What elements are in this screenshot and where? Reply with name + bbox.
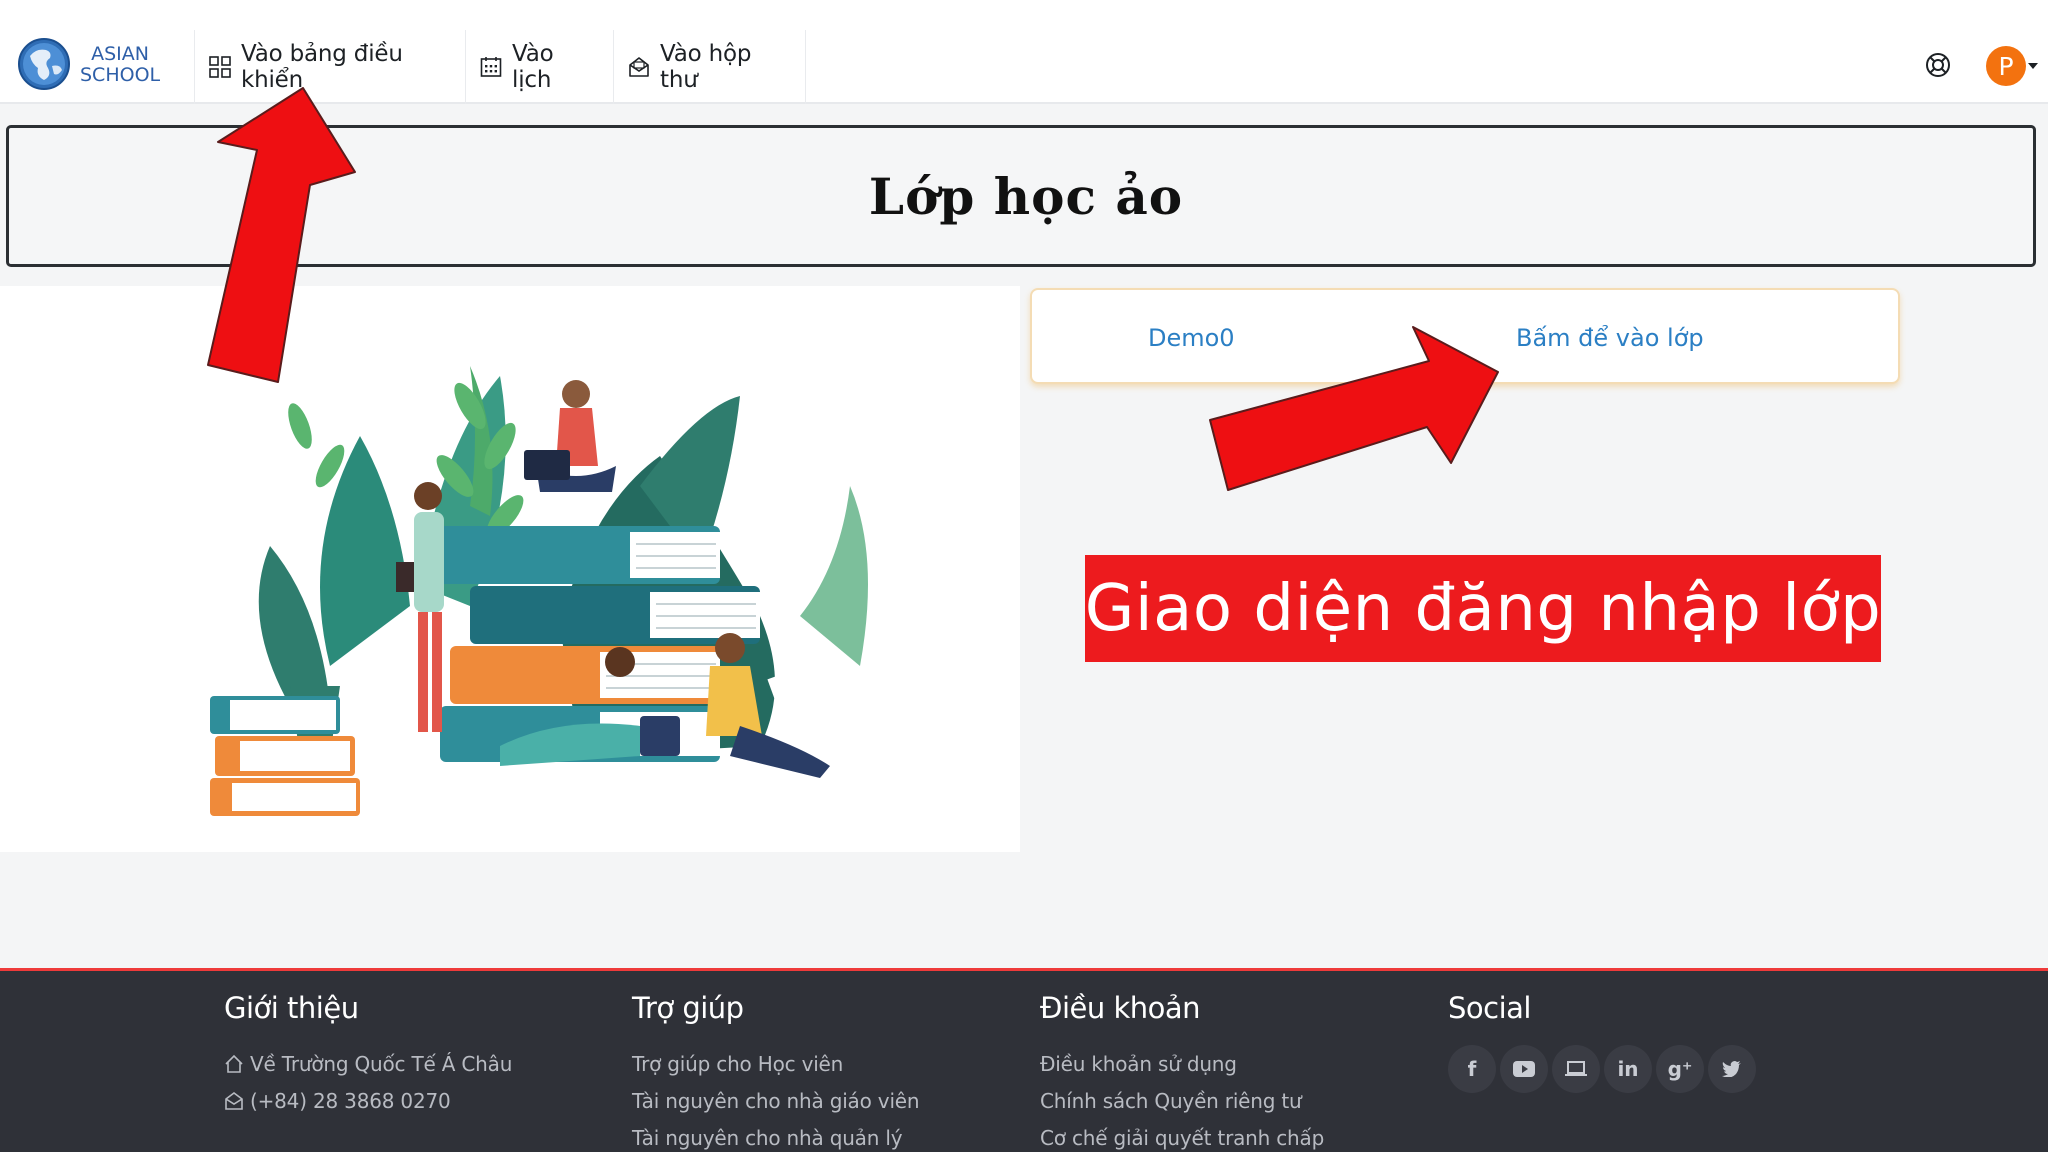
home-icon — [225, 1054, 243, 1073]
footer-help-link-learners[interactable]: Trợ giúp cho Học viên — [632, 1045, 919, 1082]
class-name-link[interactable]: Demo0 — [1148, 324, 1235, 352]
nav-calendar-label: Vào lịch — [512, 41, 554, 93]
footer-help-link-teachers[interactable]: Tài nguyên cho nhà giáo viên — [632, 1082, 920, 1119]
nav-dashboard-link[interactable]: Vào bảng điều khiển — [194, 30, 466, 104]
nav-inbox-label: Vào hộp thư — [660, 41, 752, 93]
dashboard-grid-icon — [209, 56, 231, 78]
brand-name: ASIAN SCHOOL — [80, 44, 160, 86]
google-plus-icon[interactable]: g⁺ — [1656, 1045, 1704, 1093]
brand-line-1: ASIAN — [91, 43, 149, 65]
linkedin-icon[interactable]: in — [1604, 1045, 1652, 1093]
footer-about-label: Về Trường Quốc Tế Á Châu — [250, 1051, 513, 1076]
enter-class-link[interactable]: Bấm để vào lớp — [1516, 324, 1704, 352]
nav-calendar-link[interactable]: Vào lịch — [466, 30, 614, 104]
footer-social-column: Social f in g⁺ — [1448, 991, 1756, 1093]
social-icons-row: f in g⁺ — [1448, 1045, 1756, 1093]
user-menu-caret-icon[interactable] — [2028, 63, 2038, 69]
site-footer: Giới thiệu Về Trường Quốc Tế Á Châu (+84… — [0, 968, 2048, 1152]
user-avatar[interactable]: P — [1986, 46, 2026, 86]
footer-terms-link-disputes[interactable]: Cơ chế giải quyết tranh chấp — [1040, 1119, 1324, 1152]
annotation-label: Giao diện đăng nhập lớp — [1085, 555, 1881, 662]
footer-about-link[interactable]: Về Trường Quốc Tế Á Châu — [224, 1045, 512, 1082]
top-navbar: ASIAN SCHOOL Vào bảng điều khiển Vào lịc… — [0, 0, 2048, 104]
footer-help-column: Trợ giúp Trợ giúp cho Học viên Tài nguyê… — [632, 991, 920, 1152]
footer-terms-heading: Điều khoản — [1040, 991, 1201, 1025]
footer-terms-link-use[interactable]: Điều khoản sử dụng — [1040, 1045, 1324, 1082]
footer-help-link-managers[interactable]: Tài nguyên cho nhà quản lý — [632, 1119, 919, 1152]
asian-school-logo[interactable]: ASIAN SCHOOL — [18, 36, 168, 96]
footer-phone-label: (+84) 28 3868 0270 — [250, 1088, 451, 1113]
lifebuoy-help-icon[interactable] — [1924, 51, 1952, 79]
globe-logo-icon — [18, 38, 70, 90]
brand-line-2: SCHOOL — [80, 64, 161, 86]
footer-intro-column: Giới thiệu Về Trường Quốc Tế Á Châu (+84… — [224, 991, 512, 1119]
footer-terms-column: Điều khoản Điều khoản sử dụng Chính sách… — [1040, 991, 1324, 1152]
facebook-icon[interactable]: f — [1448, 1045, 1496, 1093]
footer-help-heading: Trợ giúp — [632, 991, 744, 1025]
page-title-banner: Lớp học ảo — [6, 125, 2036, 267]
envelope-open-icon — [629, 57, 649, 77]
calendar-icon — [480, 57, 502, 77]
reading-illustration-panel — [0, 286, 1020, 852]
twitter-icon[interactable] — [1708, 1045, 1756, 1093]
youtube-icon[interactable] — [1500, 1045, 1548, 1093]
nav-inbox-link[interactable]: Vào hộp thư — [614, 30, 806, 104]
footer-phone[interactable]: (+84) 28 3868 0270 — [224, 1082, 512, 1119]
footer-social-heading: Social — [1448, 991, 1531, 1025]
envelope-open-icon — [225, 1091, 243, 1110]
nav-dashboard-label: Vào bảng điều khiển — [241, 41, 403, 93]
footer-intro-heading: Giới thiệu — [224, 991, 359, 1025]
footer-terms-link-privacy[interactable]: Chính sách Quyền riêng tư — [1040, 1082, 1324, 1119]
page-title: Lớp học ảo — [868, 166, 1184, 226]
students-with-books-illustration — [210, 366, 868, 816]
virtual-class-card: Demo0 Bấm để vào lớp — [1030, 288, 1900, 384]
laptop-icon[interactable] — [1552, 1045, 1600, 1093]
